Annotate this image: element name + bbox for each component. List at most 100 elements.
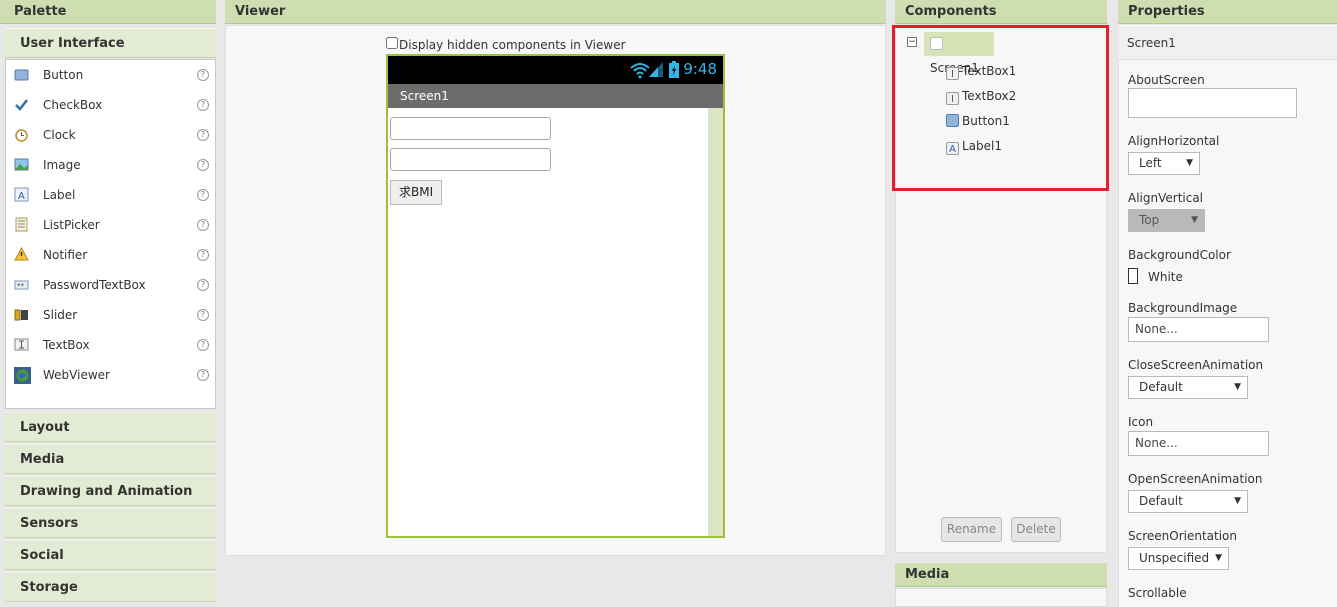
help-icon[interactable]: ? xyxy=(197,129,209,141)
screen-icon xyxy=(930,37,943,50)
phone-textbox-1[interactable] xyxy=(390,117,551,140)
phone-bmi-button[interactable]: 求BMI xyxy=(390,180,443,205)
palette-category-media[interactable]: Media xyxy=(5,444,216,474)
palette-category-layout[interactable]: Layout xyxy=(5,412,216,442)
tree-node-screen1[interactable]: Screen1 xyxy=(924,32,994,75)
tree-node-label1[interactable]: A Label1 xyxy=(946,139,1002,155)
palette-item-label: ListPicker xyxy=(43,218,100,232)
components-header: Components xyxy=(895,0,1107,24)
color-swatch[interactable] xyxy=(1128,268,1138,284)
palette-item-label: Image xyxy=(43,158,81,172)
palette-item-webviewer[interactable]: WebViewer ? xyxy=(6,360,215,390)
prop-align-vertical-select[interactable]: Top ▼ xyxy=(1128,209,1205,232)
select-value: Left xyxy=(1139,156,1162,170)
palette-item-slider[interactable]: Slider ? xyxy=(6,300,215,330)
dropdown-arrow-icon: ▼ xyxy=(1234,382,1241,392)
select-value: Default xyxy=(1139,494,1183,508)
prop-icon-label: Icon xyxy=(1128,415,1154,429)
prop-icon-input[interactable]: None... xyxy=(1128,431,1269,456)
button-icon xyxy=(946,114,959,127)
prop-about-screen-input[interactable] xyxy=(1128,88,1297,118)
display-hidden-checkbox[interactable] xyxy=(386,37,398,49)
palette-item-passwordtextbox[interactable]: ** PasswordTextBox ? xyxy=(6,270,215,300)
palette-item-label[interactable]: A Label ? xyxy=(6,180,215,210)
tree-node-label: TextBox2 xyxy=(962,89,1017,103)
properties-component-name: Screen1 xyxy=(1118,26,1337,60)
help-icon[interactable]: ? xyxy=(197,219,209,231)
webviewer-icon xyxy=(14,367,31,384)
svg-text:**: ** xyxy=(17,282,25,290)
palette-item-textbox[interactable]: TextBox ? xyxy=(6,330,215,360)
media-panel xyxy=(895,588,1107,607)
image-icon xyxy=(14,157,29,172)
help-icon[interactable]: ? xyxy=(197,369,209,381)
palette-item-notifier[interactable]: Notifier ? xyxy=(6,240,215,270)
dropdown-arrow-icon: ▼ xyxy=(1234,496,1241,506)
prop-align-vertical-label: AlignVertical xyxy=(1128,191,1204,205)
help-icon[interactable]: ? xyxy=(197,99,209,111)
palette-category-sensors[interactable]: Sensors xyxy=(5,508,216,538)
phone-textbox-2[interactable] xyxy=(390,148,551,171)
palette-item-listpicker[interactable]: ListPicker ? xyxy=(6,210,215,240)
palette-item-image[interactable]: Image ? xyxy=(6,150,215,180)
viewer-header: Viewer xyxy=(225,0,886,24)
prop-close-animation-select[interactable]: Default ▼ xyxy=(1128,376,1248,399)
prop-screen-orientation-select[interactable]: Unspecified ▼ xyxy=(1128,547,1229,570)
wifi-icon xyxy=(630,61,650,82)
prop-background-image-input[interactable]: None... xyxy=(1128,317,1269,342)
properties-header: Properties xyxy=(1118,0,1337,24)
dropdown-arrow-icon: ▼ xyxy=(1191,215,1198,225)
help-icon[interactable]: ? xyxy=(197,279,209,291)
tree-node-textbox1[interactable]: I TextBox1 xyxy=(946,64,1016,80)
tree-node-textbox2[interactable]: I TextBox2 xyxy=(946,89,1016,105)
palette-item-label: Slider xyxy=(43,308,78,322)
tree-node-label: Label1 xyxy=(962,139,1003,153)
palette-category-social[interactable]: Social xyxy=(5,540,216,570)
delete-button[interactable]: Delete xyxy=(1011,517,1061,542)
help-icon[interactable]: ? xyxy=(197,159,209,171)
select-value: Unspecified xyxy=(1139,551,1210,565)
prop-open-animation-select[interactable]: Default ▼ xyxy=(1128,490,1248,513)
palette-item-label: Clock xyxy=(43,128,76,142)
prop-screen-orientation-label: ScreenOrientation xyxy=(1128,529,1238,543)
phone-scrollbar[interactable] xyxy=(708,108,723,536)
label-icon: A xyxy=(14,187,29,202)
battery-icon xyxy=(669,61,679,81)
palette-list: Button ? CheckBox ? Clock ? Image ? A La… xyxy=(5,59,216,409)
password-icon: ** xyxy=(14,277,29,292)
dropdown-arrow-icon: ▼ xyxy=(1186,158,1193,168)
palette-item-label: Label xyxy=(43,188,76,202)
help-icon[interactable]: ? xyxy=(197,249,209,261)
palette-category-user-interface[interactable]: User Interface xyxy=(5,28,216,58)
help-icon[interactable]: ? xyxy=(197,189,209,201)
tree-node-button1[interactable]: Button1 xyxy=(946,114,1010,128)
notifier-icon xyxy=(14,246,29,262)
display-hidden-label: Display hidden components in Viewer xyxy=(399,38,626,52)
palette-item-clock[interactable]: Clock ? xyxy=(6,120,215,150)
collapse-icon[interactable]: − xyxy=(907,37,917,47)
prop-background-color-value[interactable]: White xyxy=(1148,270,1183,284)
help-icon[interactable]: ? xyxy=(197,309,209,321)
phone-preview: 9:48 Screen1 求BMI xyxy=(386,54,725,538)
status-clock: 9:48 xyxy=(683,60,717,78)
checkbox-icon xyxy=(14,97,29,112)
prop-align-horizontal-select[interactable]: Left ▼ xyxy=(1128,152,1200,175)
status-bar: 9:48 xyxy=(388,56,723,84)
palette-item-checkbox[interactable]: CheckBox ? xyxy=(6,90,215,120)
button-icon xyxy=(14,67,29,82)
palette-item-label: WebViewer xyxy=(43,368,110,382)
help-icon[interactable]: ? xyxy=(197,69,209,81)
select-value: Default xyxy=(1139,380,1183,394)
prop-background-color-label: BackgroundColor xyxy=(1128,248,1231,262)
listpicker-icon xyxy=(14,217,29,232)
tree-node-label: Button1 xyxy=(962,114,1010,128)
palette-item-button[interactable]: Button ? xyxy=(6,60,215,90)
prop-background-image-label: BackgroundImage xyxy=(1128,301,1238,315)
prop-close-animation-label: CloseScreenAnimation xyxy=(1128,358,1264,372)
rename-button[interactable]: Rename xyxy=(941,517,1002,542)
palette-category-drawing-animation[interactable]: Drawing and Animation xyxy=(5,476,216,506)
help-icon[interactable]: ? xyxy=(197,339,209,351)
clock-icon xyxy=(14,127,29,142)
palette-category-storage[interactable]: Storage xyxy=(5,572,216,602)
palette-item-label: CheckBox xyxy=(43,98,103,112)
